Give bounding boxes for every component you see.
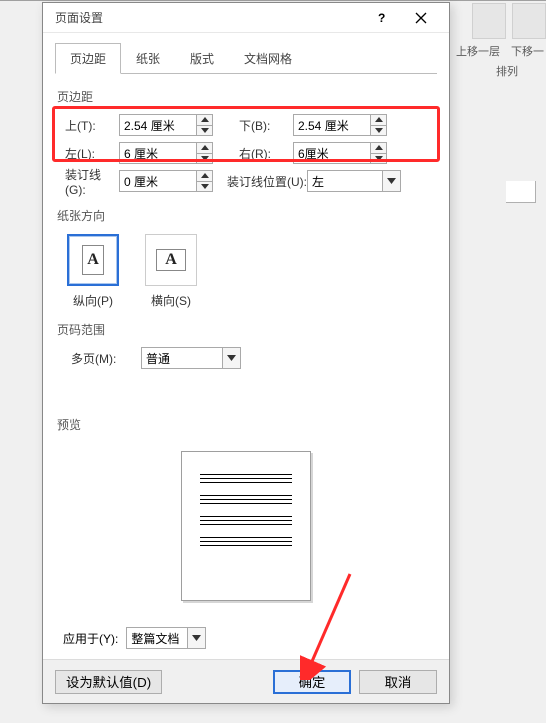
top-down-icon[interactable] xyxy=(197,126,212,136)
ribbon-arrange-label: 排列 xyxy=(496,63,518,79)
ribbon-front-label: 上移一层 xyxy=(456,43,500,59)
bottom-input[interactable] xyxy=(294,115,370,135)
section-pagerange-label: 页码范围 xyxy=(57,321,435,338)
left-spinner[interactable] xyxy=(119,142,213,164)
chevron-down-icon[interactable] xyxy=(222,348,240,368)
gutter-down-icon[interactable] xyxy=(197,182,212,192)
section-margins-label: 页边距 xyxy=(57,88,435,105)
applyto-value: 整篇文档 xyxy=(127,630,187,647)
section-preview-label: 预览 xyxy=(57,416,435,433)
close-button[interactable] xyxy=(401,4,441,32)
multipage-select[interactable]: 普通 xyxy=(141,347,241,369)
bottom-down-icon[interactable] xyxy=(371,126,386,136)
dialog-title: 页面设置 xyxy=(51,9,361,26)
gutter-label: 装订线(G): xyxy=(57,166,119,197)
chevron-down-icon[interactable] xyxy=(187,628,205,648)
titlebar: 页面设置 ? xyxy=(43,3,449,33)
right-spinner[interactable] xyxy=(293,142,387,164)
top-label: 上(T): xyxy=(57,117,119,134)
dialog-body: 页边距 上(T): 下(B): 左(L): xyxy=(43,74,449,659)
orientation-portrait[interactable]: A 纵向(P) xyxy=(67,234,119,309)
top-spinner[interactable] xyxy=(119,114,213,136)
portrait-icon: A xyxy=(67,234,119,286)
bottom-label: 下(B): xyxy=(231,117,293,134)
left-down-icon[interactable] xyxy=(197,154,212,164)
left-label: 左(L): xyxy=(57,145,119,162)
bottom-up-icon[interactable] xyxy=(371,115,386,126)
orientation-row: A 纵向(P) A 横向(S) xyxy=(57,230,435,311)
bring-forward-icon xyxy=(472,3,506,39)
landscape-label: 横向(S) xyxy=(151,292,191,309)
cancel-button[interactable]: 取消 xyxy=(359,670,437,694)
top-up-icon[interactable] xyxy=(197,115,212,126)
bottom-spinner[interactable] xyxy=(293,114,387,136)
page-setup-dialog: 页面设置 ? 页边距 纸张 版式 文档网格 页边距 上(T): 下(B): xyxy=(42,2,450,704)
svg-text:?: ? xyxy=(378,12,385,24)
left-up-icon[interactable] xyxy=(197,143,212,154)
row-applyto: 应用于(Y): 整篇文档 xyxy=(57,615,435,655)
left-input[interactable] xyxy=(120,143,196,163)
gutter-spinner[interactable] xyxy=(119,170,213,192)
set-default-button[interactable]: 设为默认值(D) xyxy=(55,670,162,694)
tab-docgrid[interactable]: 文档网格 xyxy=(229,43,307,74)
ok-button[interactable]: 确定 xyxy=(273,670,351,694)
row-gutter: 装订线(G): 装订线位置(U): 左 xyxy=(57,167,435,195)
section-orientation-label: 纸张方向 xyxy=(57,207,435,224)
gutter-up-icon[interactable] xyxy=(197,171,212,182)
right-input[interactable] xyxy=(294,143,370,163)
send-backward-icon xyxy=(512,3,546,39)
portrait-label: 纵向(P) xyxy=(73,292,113,309)
tab-strip: 页边距 纸张 版式 文档网格 xyxy=(43,33,449,74)
top-input[interactable] xyxy=(120,115,196,135)
doc-corner xyxy=(506,181,536,203)
gutter-input[interactable] xyxy=(120,171,196,191)
gutterpos-label: 装订线位置(U): xyxy=(223,173,307,190)
multipage-value: 普通 xyxy=(142,350,222,367)
landscape-icon: A xyxy=(145,234,197,286)
right-label: 右(R): xyxy=(231,145,293,162)
tab-margin[interactable]: 页边距 xyxy=(55,43,121,74)
gutterpos-select[interactable]: 左 xyxy=(307,170,401,192)
row-top-bottom: 上(T): 下(B): xyxy=(57,111,435,139)
right-down-icon[interactable] xyxy=(371,154,386,164)
tab-layout[interactable]: 版式 xyxy=(175,43,229,74)
help-button[interactable]: ? xyxy=(361,4,401,32)
tab-paper[interactable]: 纸张 xyxy=(121,43,175,74)
row-multipage: 多页(M): 普通 xyxy=(57,344,435,372)
ribbon-back-label: 下移一 xyxy=(511,43,544,59)
orientation-landscape[interactable]: A 横向(S) xyxy=(145,234,197,309)
right-up-icon[interactable] xyxy=(371,143,386,154)
dialog-footer: 设为默认值(D) 确定 取消 xyxy=(43,659,449,703)
chevron-down-icon[interactable] xyxy=(382,171,400,191)
applyto-label: 应用于(Y): xyxy=(63,630,118,647)
page-preview xyxy=(181,451,311,601)
applyto-select[interactable]: 整篇文档 xyxy=(126,627,206,649)
gutterpos-value: 左 xyxy=(308,173,382,190)
row-left-right: 左(L): 右(R): xyxy=(57,139,435,167)
multipage-label: 多页(M): xyxy=(63,350,141,367)
